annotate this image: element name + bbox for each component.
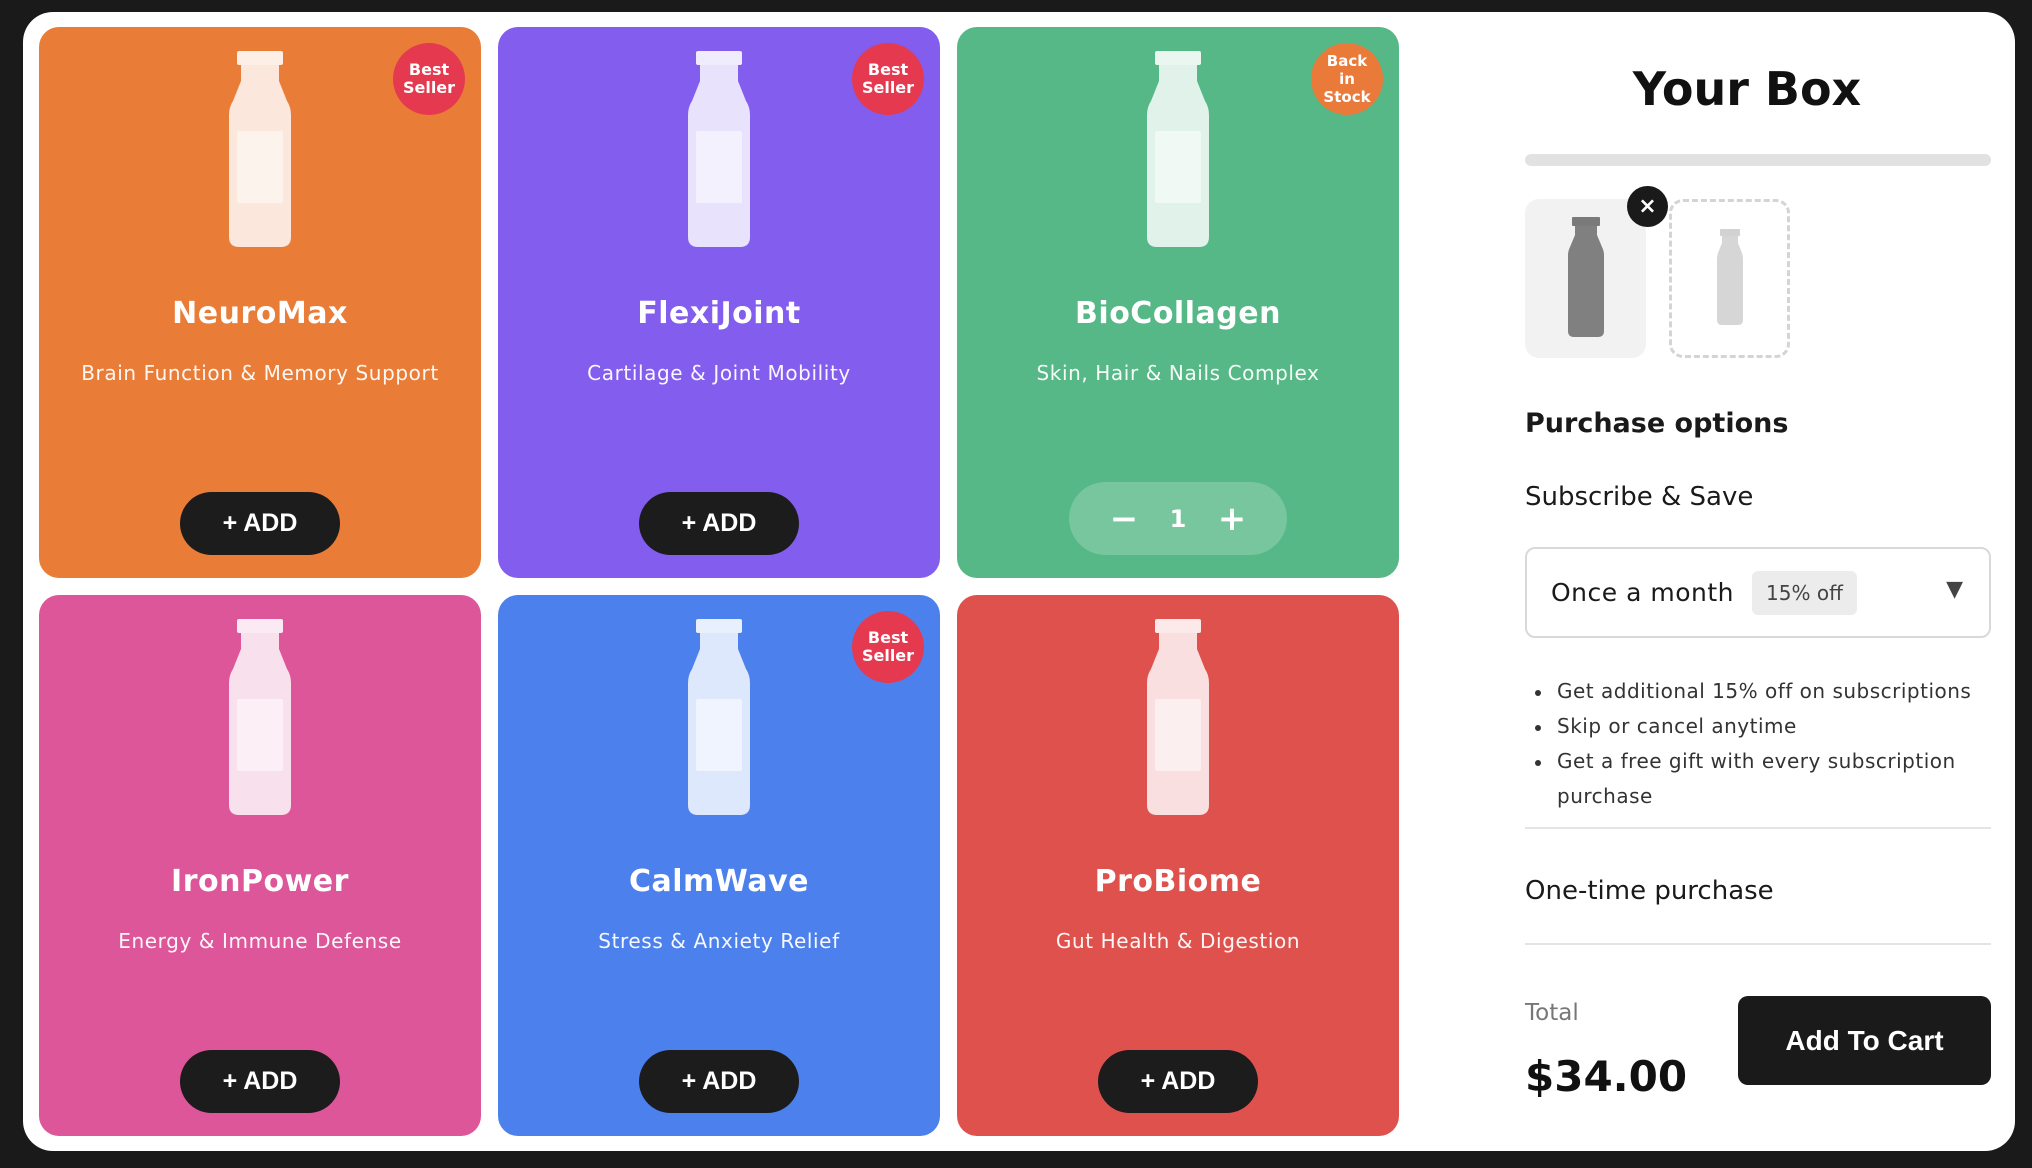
- benefit-item: Get additional 15% off on subscriptions: [1535, 674, 1991, 709]
- one-time-purchase-option[interactable]: One-time purchase: [1525, 876, 1774, 906]
- caret-down-icon: ▼: [1946, 577, 1963, 602]
- your-box-panel: Your Box × Purchase options Subscribe & …: [1503, 12, 1991, 1151]
- box-title: Your Box: [1632, 62, 1862, 116]
- subscription-benefits: Get additional 15% off on subscriptions …: [1535, 674, 1991, 814]
- add-to-cart-button[interactable]: Add To Cart: [1738, 996, 1991, 1085]
- product-subtitle: Cartilage & Joint Mobility: [587, 361, 851, 385]
- add-button[interactable]: + ADD: [639, 1050, 799, 1113]
- benefit-item: Skip or cancel anytime: [1535, 709, 1991, 744]
- bottle-icon: [688, 51, 750, 247]
- total-label: Total: [1525, 1000, 1579, 1026]
- best-seller-badge: Best Seller: [852, 43, 924, 115]
- product-card-neuromax: Best Seller NeuroMax Brain Function & Me…: [39, 27, 481, 578]
- product-subtitle: Skin, Hair & Nails Complex: [1036, 361, 1320, 385]
- frequency-select[interactable]: Once a month 15% off ▼: [1525, 547, 1991, 638]
- purchase-options-title: Purchase options: [1525, 408, 1789, 439]
- product-card-calmwave: Best Seller CalmWave Stress & Anxiety Re…: [498, 595, 940, 1136]
- total-value: $34.00: [1525, 1052, 1688, 1101]
- product-name: CalmWave: [629, 864, 809, 899]
- quantity-value: 1: [1169, 504, 1187, 533]
- add-button[interactable]: + ADD: [180, 1050, 340, 1113]
- product-name: NeuroMax: [172, 296, 348, 331]
- frequency-value: Once a month: [1551, 578, 1735, 607]
- bottle-icon: [1567, 217, 1604, 337]
- bottle-icon: [229, 51, 291, 247]
- product-grid: Best Seller NeuroMax Brain Function & Me…: [39, 27, 1399, 1136]
- box-slot-filled: [1525, 199, 1646, 358]
- back-in-stock-badge: Back in Stock: [1311, 43, 1383, 115]
- increment-button[interactable]: +: [1217, 502, 1247, 536]
- best-seller-badge: Best Seller: [852, 611, 924, 683]
- bottle-icon: [688, 619, 750, 815]
- benefit-item: Get a free gift with every subscription …: [1535, 744, 1991, 814]
- add-button[interactable]: + ADD: [639, 492, 799, 555]
- decrement-button[interactable]: −: [1109, 502, 1139, 536]
- box-progress-bar: [1525, 154, 1991, 166]
- add-button[interactable]: + ADD: [180, 492, 340, 555]
- product-subtitle: Brain Function & Memory Support: [81, 361, 439, 385]
- product-name: ProBiome: [1094, 864, 1262, 899]
- product-card-flexijoint: Best Seller FlexiJoint Cartilage & Joint…: [498, 27, 940, 578]
- quantity-stepper: − 1 +: [1069, 482, 1287, 555]
- product-card-ironpower: IronPower Energy & Immune Defense + ADD: [39, 595, 481, 1136]
- divider: [1525, 827, 1991, 829]
- divider: [1525, 943, 1991, 945]
- bottle-icon: [1716, 229, 1743, 325]
- best-seller-badge: Best Seller: [393, 43, 465, 115]
- discount-badge: 15% off: [1752, 570, 1857, 615]
- bottle-icon: [1147, 619, 1209, 815]
- remove-item-button[interactable]: ×: [1627, 186, 1668, 227]
- product-name: IronPower: [171, 864, 349, 899]
- add-button[interactable]: + ADD: [1098, 1050, 1258, 1113]
- app-frame: Best Seller NeuroMax Brain Function & Me…: [23, 12, 2015, 1151]
- product-card-probiome: ProBiome Gut Health & Digestion + ADD: [957, 595, 1399, 1136]
- product-subtitle: Stress & Anxiety Relief: [598, 929, 840, 953]
- product-card-biocollagen: Back in Stock BioCollagen Skin, Hair & N…: [957, 27, 1399, 578]
- bottle-icon: [229, 619, 291, 815]
- product-name: FlexiJoint: [637, 296, 801, 331]
- box-slot-empty: [1669, 199, 1790, 358]
- bottle-icon: [1147, 51, 1209, 247]
- product-subtitle: Gut Health & Digestion: [1055, 929, 1301, 953]
- product-subtitle: Energy & Immune Defense: [118, 929, 402, 953]
- product-name: BioCollagen: [1075, 296, 1281, 331]
- subscribe-save-option[interactable]: Subscribe & Save: [1525, 482, 1753, 512]
